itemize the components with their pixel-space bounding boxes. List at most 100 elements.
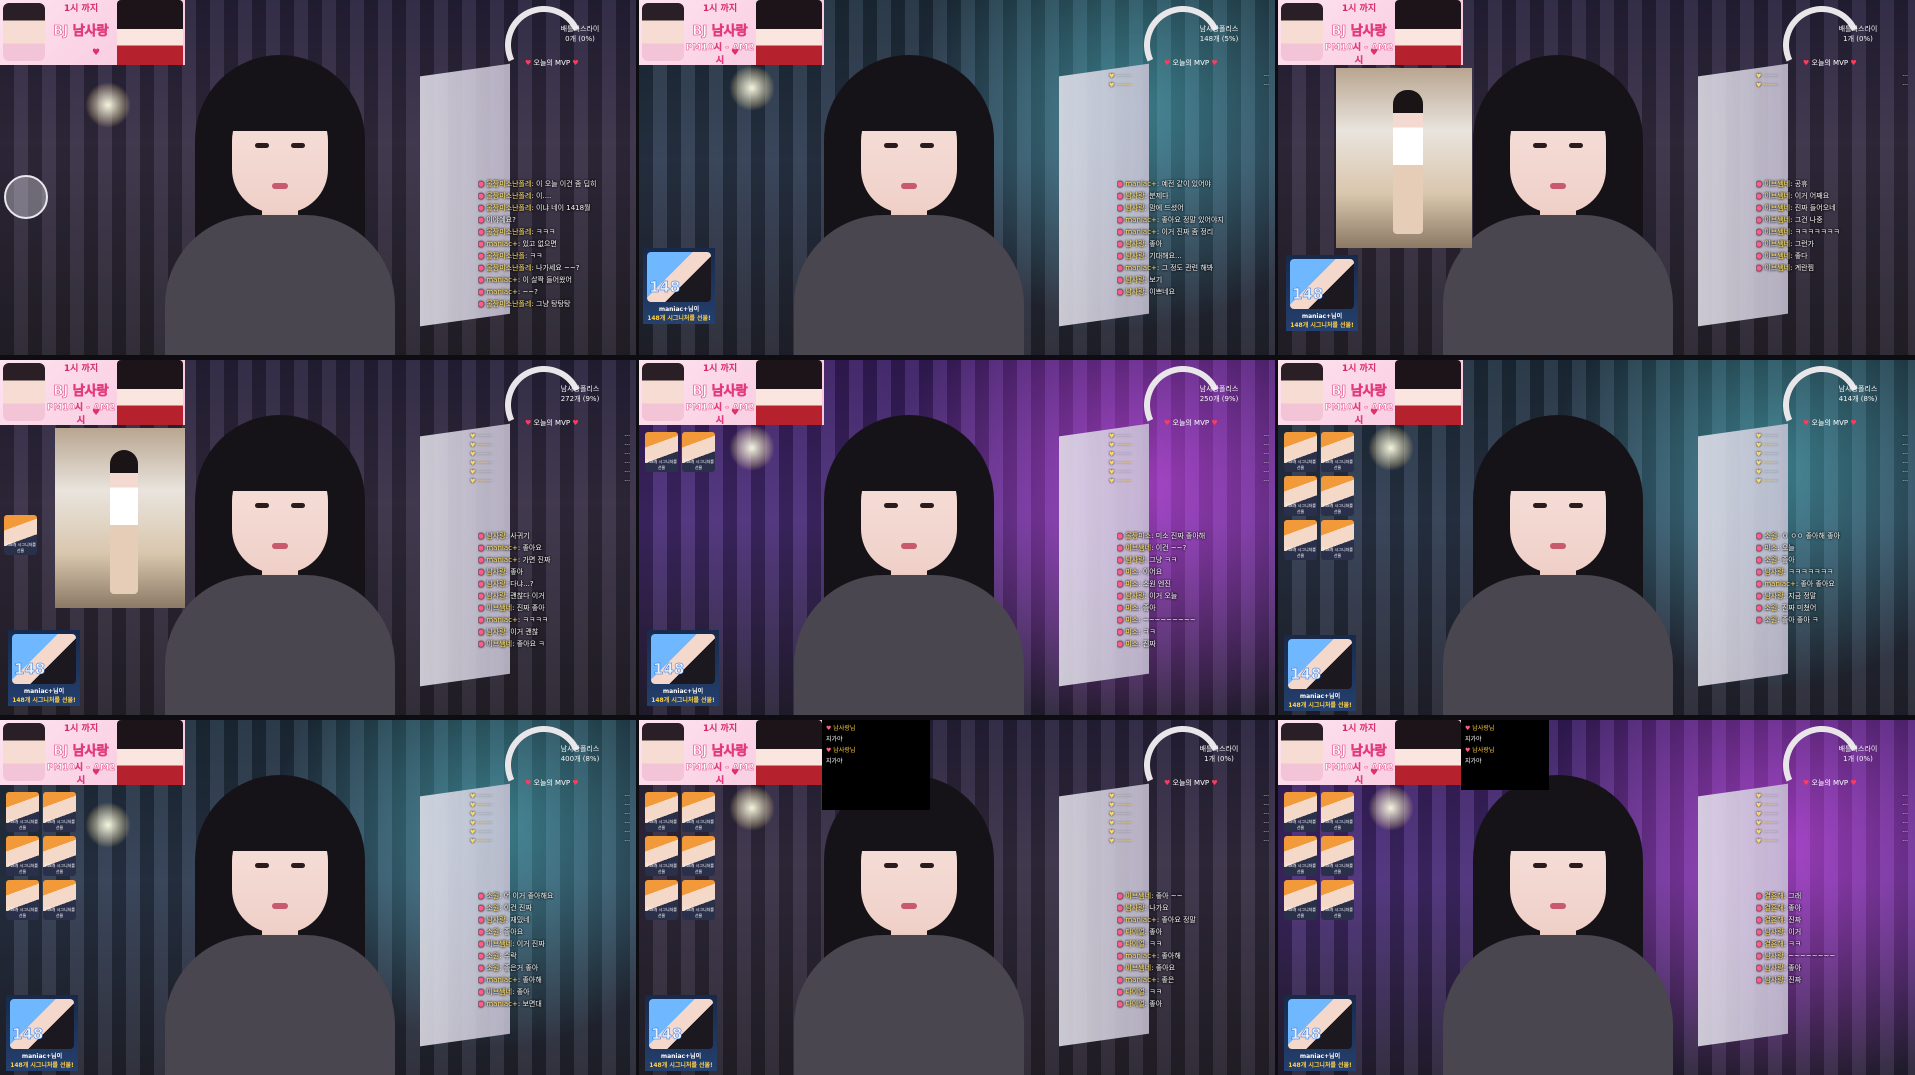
chat-text: 그런가 — [1794, 240, 1815, 248]
stream-banner: 1시 까지 BJ 남사랑 PM10시 - AM2시 ♥ — [639, 720, 824, 786]
chat-message: ● 소원: 좋아요 — [478, 928, 524, 936]
mvp-label: ♥ 오늘의 MVP ♥ — [525, 419, 579, 427]
signature-message: 148개 시그니처를 선물! — [10, 1062, 74, 1069]
sticker-item: 148개 시그니처를 선물 — [43, 880, 76, 920]
eye-left — [255, 143, 269, 148]
chat-nick: 이브쌤네 — [486, 940, 513, 948]
chat-message: ● maniac+: 있고 없으면 — [478, 240, 557, 248]
stream-tile[interactable]: 1시 까지 BJ 남사랑 ♥ 배틀리스라이 0개 (0%) ♥ 오늘의 MVP ♥ ● 울짱… — [0, 0, 636, 355]
chat-text: ㅋㅋ — [1149, 988, 1163, 996]
chat-text: ~~? — [522, 288, 538, 296]
chat-nick: 남사랑 — [1125, 240, 1145, 248]
chat-text: 이거 괜찮 — [510, 628, 539, 636]
lamp-light — [729, 785, 775, 831]
chat-nick: maniac+ — [1125, 228, 1157, 236]
mvp-label: ♥ 오늘의 MVP ♥ — [525, 779, 579, 787]
chat-overlay: ● 이브쌤네: 공휴 ● 이브쌤네: 이거 어째요 ● 이브쌤네: 진짜 들어오네 ●… — [1756, 178, 1906, 274]
chat-message: ● maniac+: ~~? — [478, 288, 538, 296]
heart-icon: ♥ — [1370, 768, 1379, 778]
chat-text: ~~~~~~~~ — [1788, 952, 1836, 960]
signature-user: maniac+님이 — [21, 1053, 63, 1060]
chat-text: 그 정도 관련 해봐 — [1161, 264, 1214, 272]
eye-left — [1533, 503, 1547, 508]
chat-text: 이.... — [536, 192, 552, 200]
stream-tile[interactable]: 1시 까지 BJ 남사랑 PM10시 - AM2시 ♥ 남사랑폴리스 148개 (5%) ♥… — [639, 0, 1275, 355]
sticker-item: 148개 시그니처를 선물 — [6, 836, 39, 876]
chat-popup-line: ♥ 남사랑님 — [1465, 725, 1495, 732]
signature-message: 148개 시그니처를 선물! — [649, 1062, 713, 1069]
chat-message: ● maniac+: 그 정도 관련 해봐 — [1117, 264, 1214, 272]
chat-popup-line: ♥ 남사랑님 — [826, 747, 856, 754]
chat-message: ● 미소: ~~~~~~~~~ — [1117, 616, 1196, 624]
lamp-light — [85, 82, 131, 128]
chat-message: ● 이브쌤네: 이건 ~~? — [1117, 544, 1187, 552]
banner-schedule: PM10시 - AM2시 — [685, 763, 755, 786]
chat-message: ● maniac+: 이거 진짜 좀 정리 — [1117, 228, 1214, 236]
chat-message: ● maniac+: 예전 같이 있어야 — [1117, 180, 1211, 188]
chat-text: 보면대 — [522, 1000, 542, 1008]
eye-left — [255, 503, 269, 508]
signature-user: maniac+님이 — [662, 688, 704, 695]
chat-text: 미소 진짜 좋아해 — [1155, 532, 1206, 540]
heart-icon: ♥ — [731, 408, 740, 418]
stream-tile[interactable]: 1시 까지 BJ 남사랑 PM10시 - AM2시 ♥ 남사랑폴리스 250개 (9%) ♥… — [639, 360, 1275, 715]
lips — [1550, 903, 1566, 909]
eye-left — [1533, 863, 1547, 868]
chat-message: ● 이브쌤네: 좋아 — [478, 988, 530, 996]
stream-banner: 1시 까지 BJ 남사랑 PM10시 - AM2시 ♥ — [1278, 360, 1463, 426]
sticker-item: 148개 시그니처를 선물 — [1321, 520, 1354, 560]
chat-text: 괜찮다 이거 — [510, 592, 545, 600]
chat-message: ● 이브쌤네: ㅋㅋㅋㅋㅋㅋㅋ — [1756, 228, 1840, 236]
sticker-item: 148개 시그니처를 선물 — [645, 792, 678, 832]
signature-alert: 148 maniac+님이 148개 시그니처를 선물! — [1286, 255, 1358, 331]
banner-avatar — [1395, 0, 1461, 65]
lips — [272, 183, 288, 189]
streamer-shirt — [1443, 215, 1673, 355]
lamp-light — [729, 65, 775, 111]
signature-alert: 148 maniac+님이 148개 시그니처를 선물! — [1284, 995, 1356, 1071]
chat-message: ● 다이얼: ㅋㅋ — [1117, 940, 1163, 948]
chat-nick: 남사랑 — [1125, 904, 1145, 912]
chat-text: 지금 정말 — [1788, 592, 1817, 600]
sticker-item: 148개 시그니처를 선물 — [1321, 880, 1354, 920]
lips — [901, 543, 917, 549]
stream-tile[interactable]: 1시 까지 BJ 남사랑 PM10시 - AM2시 ♥ 남사랑폴리스 272개 (9%) ♥… — [0, 360, 636, 715]
signature-user: maniac+님이 — [658, 306, 700, 313]
signature-alert: 148 maniac+님이 148개 시그니처를 선물! — [645, 995, 717, 1071]
stream-tile[interactable]: 1시 까지 BJ 남사랑 PM10시 - AM2시 ♥ 배틀리스라이 1개 (0%) ♥ 오… — [639, 720, 1275, 1075]
goal-gauge-label: 배틀리스라이 1개 (0%) — [1199, 745, 1239, 763]
stream-tile[interactable]: 1시 까지 BJ 남사랑 PM10시 - AM2시 ♥ 남사랑폴리스 400개 (8%) ♥… — [0, 720, 636, 1075]
mvp-label: ♥ 오늘의 MVP ♥ — [1164, 419, 1218, 427]
rank-list: ♥ ········ ♥ ········ ♥ ········ ♥ ········… — [1756, 793, 1779, 845]
streamer-shirt — [165, 935, 395, 1075]
chat-message: ● 남사랑: 분제다 — [1117, 192, 1169, 200]
streamer — [150, 415, 410, 715]
banner-avatar — [117, 360, 183, 425]
goal-gauge-label: 배틀리스라이 0개 (0%) — [560, 25, 600, 43]
banner-avatar — [117, 720, 183, 785]
chat-nick: maniac+ — [1125, 264, 1157, 272]
chat-message: ● 미소: 좋아 — [1117, 604, 1156, 612]
sticker-item: 148개 시그니처를 선물 — [682, 880, 715, 920]
chat-message: ● 결혼해: ㅋㅋ — [1756, 940, 1802, 948]
sticker-item: 148개 시그니처를 선물 — [1321, 476, 1354, 516]
banner-schedule: PM10시 - AM2시 — [685, 43, 755, 66]
signature-count: 148 — [651, 1025, 683, 1044]
sticker-stack: 148개 시그니처를 선물 148개 시그니처를 선물 148개 시그니처를 선물 1… — [645, 792, 715, 920]
streamer-bangs — [225, 445, 335, 491]
chat-text: 예전 같이 있어야 — [1161, 180, 1211, 188]
stream-tile[interactable]: 1시 까지 BJ 남사랑 PM10시 - AM2시 ♥ 배틀리스라이 1개 (0%) ♥ 오… — [1278, 0, 1915, 355]
eye-left — [884, 143, 898, 148]
chat-message: ● 남사랑: 지금 정말 — [1756, 592, 1817, 600]
chat-nick: 이브쌤네 — [1764, 192, 1791, 200]
chat-message: ● 미소: 진짜 — [1117, 640, 1156, 648]
sticker-item: 148개 시그니처를 선물 — [6, 880, 39, 920]
sticker-item: 148개 시그니처를 선물 — [1284, 520, 1317, 560]
stream-tile[interactable]: 1시 까지 BJ 남사랑 PM10시 - AM2시 ♥ 배틀리스라이 1개 (0%) ♥ 오… — [1278, 720, 1915, 1075]
chat-message: ● 다이얼: 좋아 — [1117, 928, 1163, 936]
chat-popup-line: ♥ 남사랑님 — [826, 725, 856, 732]
chat-nick: 미소 — [1125, 604, 1139, 612]
stream-tile[interactable]: 1시 까지 BJ 남사랑 PM10시 - AM2시 ♥ 남사랑폴리스 414개 (8%) ♥… — [1278, 360, 1915, 715]
chat-nick: 남사랑 — [486, 580, 506, 588]
chat-message: ● 미소: ㅋㅋ — [1117, 628, 1156, 636]
